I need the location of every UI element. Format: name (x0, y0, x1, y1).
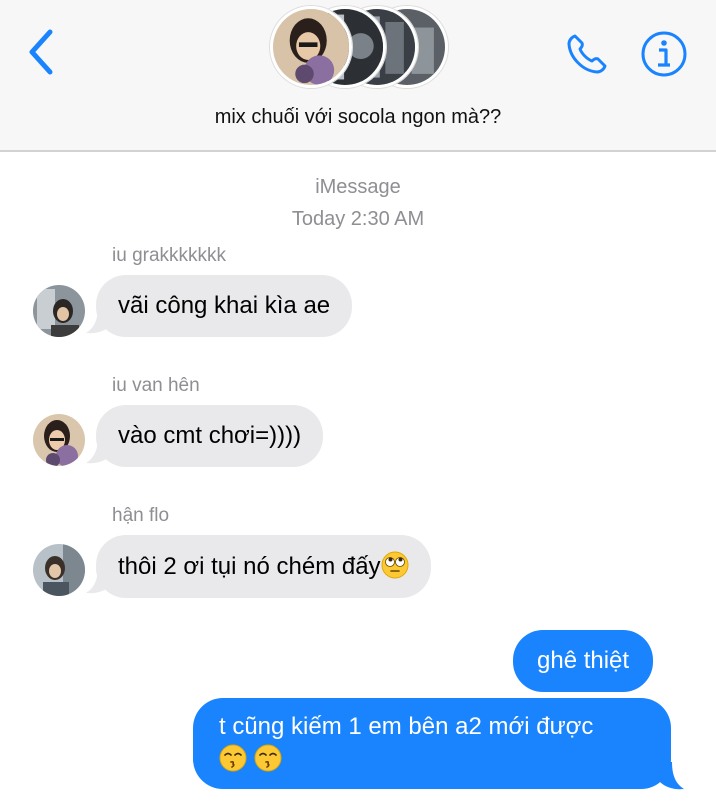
sender-name: hận flo (112, 505, 170, 526)
incoming-message[interactable]: vãi công khai kìa ae (96, 275, 353, 337)
sender-name: iu van hên (112, 375, 200, 396)
message-text: t cũng kiếm 1 em bên a2 mới được (219, 713, 594, 740)
service-label: iMessage (315, 176, 401, 198)
group-avatar-1 (270, 6, 352, 88)
emoji-row (219, 744, 647, 775)
incoming-message[interactable]: vào cmt chơi=)))) (96, 405, 324, 467)
phone-icon[interactable] (563, 30, 611, 78)
kissing-emoji-icon (219, 744, 247, 772)
incoming-message[interactable]: thôi 2 ơi tụi nó chém đấy (96, 535, 431, 598)
outgoing-message[interactable]: ghê thiệt (513, 630, 654, 692)
outgoing-message[interactable]: t cũng kiếm 1 em bên a2 mới được (193, 698, 671, 789)
sender-avatar[interactable] (33, 414, 85, 466)
sender-name: iu grakkkkkkk (112, 245, 227, 266)
group-avatars[interactable] (270, 6, 450, 90)
info-icon[interactable] (640, 30, 688, 78)
kissing-emoji-icon (254, 744, 282, 772)
message-text: thôi 2 ơi tụi nó chém đấy (118, 553, 381, 580)
thread-title[interactable]: mix chuối với socola ngon mà?? (0, 106, 716, 129)
sender-avatar[interactable] (33, 544, 85, 596)
conversation-header: mix chuối với socola ngon mà?? (0, 0, 716, 152)
rolling-eyes-emoji-icon (381, 551, 409, 579)
timestamp: Today 2:30 AM (291, 208, 425, 230)
back-chevron-icon[interactable] (22, 28, 62, 76)
sender-avatar[interactable] (33, 285, 85, 337)
